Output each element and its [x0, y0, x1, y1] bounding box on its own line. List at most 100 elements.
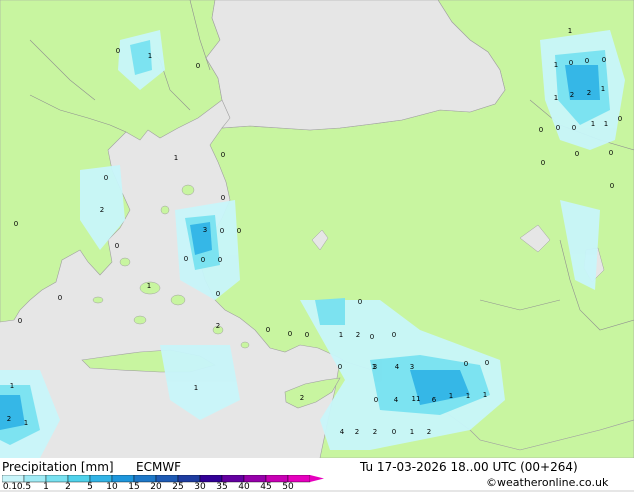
precip-value-label: 1	[148, 52, 152, 60]
footer-bar: Precipitation [mm] ECMWF Tu 17-03-2026 1…	[0, 458, 634, 490]
legend-swatch	[177, 475, 201, 483]
legend-swatch	[265, 475, 289, 483]
precip-value-label: 2	[216, 322, 220, 330]
legend-swatch	[2, 475, 25, 483]
legend-arrow	[310, 475, 324, 482]
legend-tick-label: 30	[194, 482, 206, 492]
precip-value-label: 2	[587, 89, 591, 97]
precip-value-label: 0	[220, 227, 224, 235]
legend-tick-label: 40	[238, 482, 250, 492]
precip-value-label: 0	[374, 396, 378, 404]
precip-value-label: 0	[216, 290, 220, 298]
precip-value-label: 1	[554, 94, 558, 102]
precip-value-label: 0	[556, 124, 560, 132]
precip-value-label: 2	[373, 428, 377, 436]
precip-value-label: 0	[305, 331, 309, 339]
chart-title: Precipitation [mm]	[2, 460, 114, 474]
precip-value-label: 1	[554, 61, 558, 69]
legend-tick-label: 20	[150, 482, 162, 492]
legend-tick-label: 25	[172, 482, 184, 492]
precip-value-label: 0	[288, 330, 292, 338]
precip-value-label: 0	[485, 359, 489, 367]
legend-swatch	[155, 475, 179, 483]
precip-value-label: 0	[572, 124, 576, 132]
precip-value-label: 0	[609, 149, 613, 157]
precip-value-label: 0	[539, 126, 543, 134]
precip-value-label: 0	[196, 62, 200, 70]
legend-swatch	[111, 475, 135, 483]
precip-value-label: 0	[541, 159, 545, 167]
precip-value-label: 2	[427, 428, 431, 436]
precip-value-label: 4	[394, 396, 399, 404]
precip-value-label: 1	[194, 384, 198, 392]
precip-value-label: 1	[174, 154, 178, 162]
precip-value-label: 1	[591, 120, 595, 128]
legend-tick-label: 50	[282, 482, 294, 492]
precip-value-label: 0	[266, 326, 270, 334]
precip-value-label: 0	[104, 174, 108, 182]
legend-swatch	[199, 475, 223, 483]
legend-tick-label: 10	[106, 482, 118, 492]
precipitation-map: 0111 0 0 001 2 2 10 0 0 1 100 0001 00203 0 000010 020 00…	[0, 0, 634, 458]
precip-value-label: 1	[483, 391, 487, 399]
precip-value-label: 0	[338, 363, 342, 371]
precip-value-label: 0	[14, 220, 18, 228]
precip-value-label: 0	[116, 47, 120, 55]
precip-value-label: 0	[115, 242, 119, 250]
legend-swatch	[221, 475, 245, 483]
precip-value-label: 1	[449, 392, 453, 400]
precip-value-label: 2	[100, 206, 104, 214]
precip-value-label: 0	[184, 255, 188, 263]
legend-swatch	[45, 475, 69, 483]
precip-value-label: 6	[432, 396, 437, 404]
precip-value-label: 1	[339, 331, 343, 339]
precip-value-label: 0	[610, 182, 614, 190]
precip-value-label: 0	[358, 298, 362, 306]
credit-link[interactable]: ©weatheronline.co.uk	[486, 476, 608, 489]
legend-swatch	[89, 475, 113, 483]
precip-value-label: 3	[203, 226, 207, 234]
precip-value-label: 2	[570, 91, 574, 99]
model-name: ECMWF	[136, 460, 182, 474]
precip-value-label: 2	[356, 331, 360, 339]
legend-swatch	[67, 475, 91, 483]
precip-value-label: 1	[466, 392, 470, 400]
precip-value-label: 1	[568, 27, 572, 35]
valid-datetime: Tu 17-03-2026 18..00 UTC (00+264)	[360, 460, 578, 474]
precip-value-label: 0	[569, 59, 573, 67]
precip-value-label: 0	[602, 56, 606, 64]
precip-value-label: 1	[10, 382, 14, 390]
precip-value-label: 0	[392, 331, 396, 339]
precip-value-label: 2	[7, 415, 11, 423]
legend-tick-label: 0.1	[2, 482, 18, 492]
precip-value-label: 11	[412, 395, 421, 403]
precip-value-label: 1	[410, 428, 414, 436]
precip-value-label: 0	[218, 256, 222, 264]
legend-tick-label: 15	[128, 482, 140, 492]
precip-value-label: 1	[601, 85, 605, 93]
legend-tick-label: 0.5	[16, 482, 32, 492]
legend-tick-label: 2	[65, 482, 71, 492]
precip-value-label: 2	[355, 428, 359, 436]
legend-tick-label: 5	[87, 482, 93, 492]
legend-swatch	[133, 475, 157, 483]
precip-value-label: 0	[58, 294, 62, 302]
precip-value-label: 3	[373, 363, 377, 371]
precip-value-label: 1	[604, 120, 608, 128]
precip-value-label: 0	[201, 256, 205, 264]
precip-value-label: 3	[410, 363, 414, 371]
precip-value-label: 0	[585, 57, 589, 65]
precip-value-label: 0	[237, 227, 241, 235]
precip-value-label: 4	[395, 363, 400, 371]
precip-value-label: 0	[392, 428, 396, 436]
legend-swatch	[23, 475, 47, 483]
precip-value-label: 2	[300, 394, 304, 402]
precip-value-label: 0	[370, 333, 374, 341]
legend-swatch	[287, 475, 311, 483]
precip-value-label: 0	[464, 360, 468, 368]
legend-tick-label: 45	[260, 482, 272, 492]
legend-swatch	[243, 475, 267, 483]
precip-value-label: 1	[147, 282, 151, 290]
precip-value-label: 0	[618, 115, 622, 123]
precip-value-label: 0	[575, 150, 579, 158]
